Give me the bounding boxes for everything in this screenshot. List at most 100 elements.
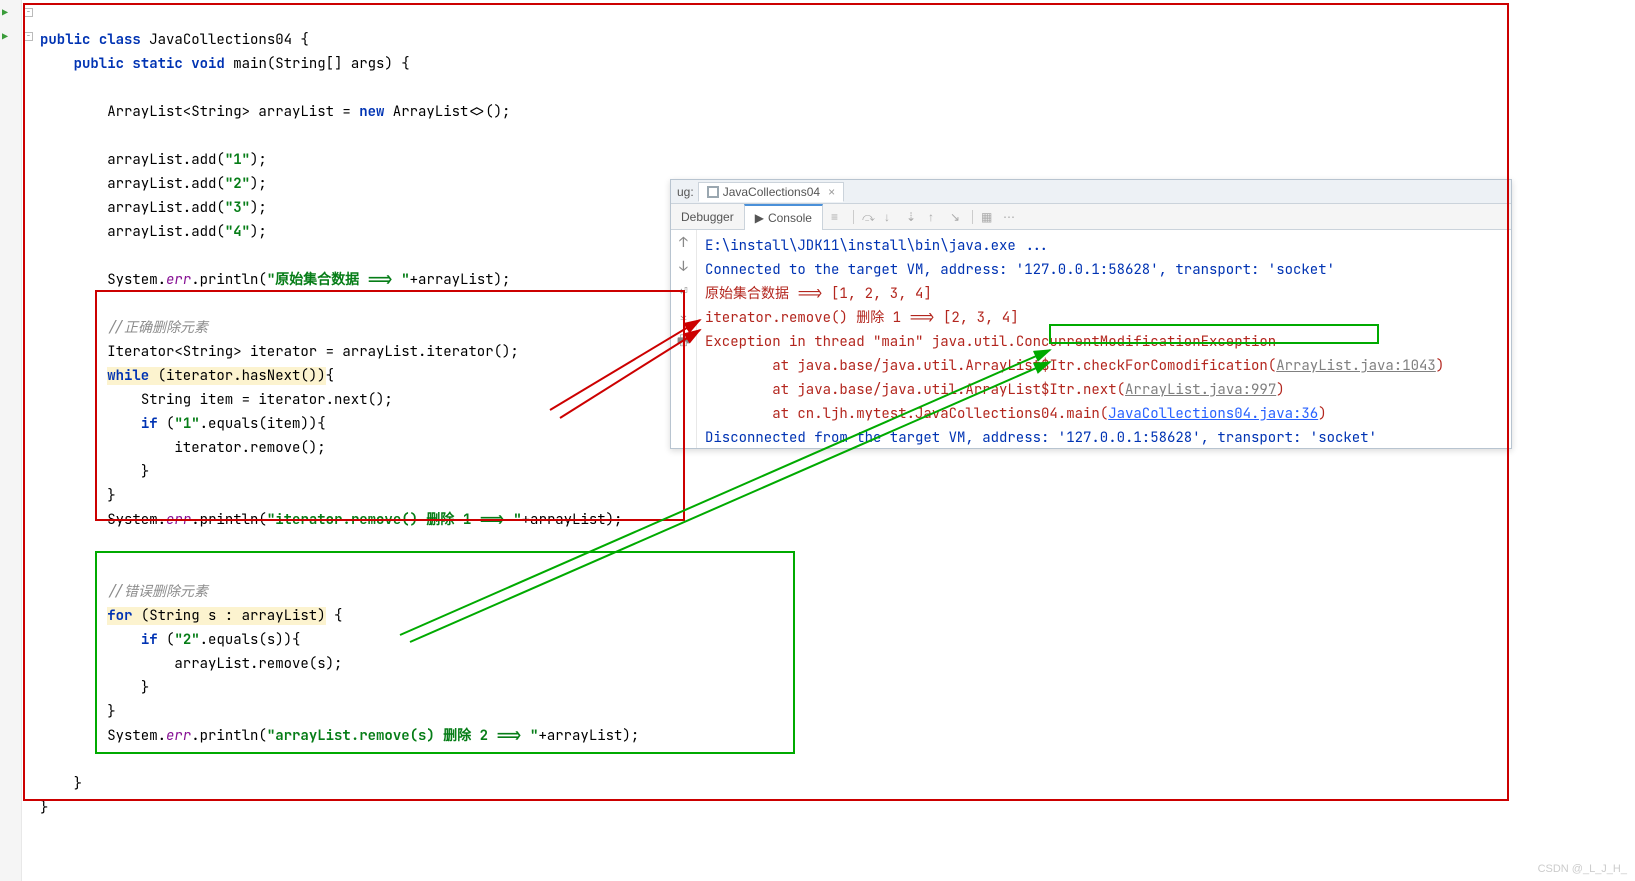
brace: { (326, 607, 343, 625)
source-link[interactable]: JavaCollections04.java:36 (1108, 405, 1318, 423)
menu-icon[interactable]: ≡ (831, 210, 845, 224)
code-line: ); (250, 175, 267, 193)
tab-console-label: Console (768, 211, 812, 225)
str: "2" (174, 631, 199, 649)
str: "arrayList.remove(s) 删除 2 ==> " (267, 727, 539, 745)
str: "1" (225, 151, 250, 169)
code-line: arrayList.remove(s); (174, 655, 342, 673)
kw-public: public (40, 31, 90, 49)
code-line: ArrayList<>(); (384, 103, 510, 121)
brace: } (107, 703, 115, 721)
code-line: ArrayList<String> arrayList = (107, 103, 359, 121)
run-config-tab[interactable]: JavaCollections04 × (698, 182, 844, 202)
scroll-to-end-icon[interactable]: ⤓ (680, 306, 686, 324)
source-link[interactable]: ArrayList.java:1043 (1276, 357, 1436, 375)
play-icon: ▶ (755, 211, 764, 225)
step-out-icon[interactable]: ↑ (928, 210, 942, 224)
stack-line: at cn.ljh.mytest.JavaCollections04.main( (705, 405, 1108, 423)
paren: ( (158, 631, 175, 649)
run-to-cursor-icon[interactable]: ↘ (950, 210, 964, 224)
code-line: .println( (191, 511, 267, 529)
brace: } (40, 799, 48, 817)
code-line: ); (250, 199, 267, 217)
brace: } (74, 775, 82, 793)
code-line: Iterator<String> iterator = arrayList.it… (107, 343, 519, 361)
code-line: iterator.remove(); (174, 439, 325, 457)
brace: { (326, 367, 334, 385)
evaluate-icon[interactable]: ▦ (981, 210, 995, 224)
console-line: Disconnected from the target VM, address… (705, 429, 1377, 447)
console-output[interactable]: E:\install\JDK11\install\bin\java.exe ..… (697, 230, 1511, 448)
console-toolbar: ≡ ⤼ ↓ ⇣ ↑ ↘ ▦ ⋯ (823, 204, 1025, 229)
code-line: arrayList.add( (107, 175, 225, 193)
brace: } (107, 487, 115, 505)
source-link[interactable]: ArrayList.java:997 (1125, 381, 1276, 399)
run-label: ug: (677, 185, 694, 199)
paren: ( (158, 415, 175, 433)
str: "原始集合数据 ==> " (267, 271, 410, 289)
code-line: arrayList.add( (107, 199, 225, 217)
cond: (String s : arrayList) (132, 607, 325, 625)
step-into-icon[interactable]: ↓ (884, 210, 898, 224)
kw-static: static (132, 55, 182, 73)
fold-icon[interactable]: − (24, 8, 33, 17)
stack-line: at java.base/java.util.ArrayList$Itr.nex… (705, 381, 1125, 399)
brace: } (141, 679, 149, 697)
code-line: String item = iterator.next(); (141, 391, 393, 409)
str: "1" (174, 415, 199, 433)
code-line: +arrayList); (410, 271, 511, 289)
run-config-name: JavaCollections04 (723, 185, 820, 199)
kw-for: for (107, 607, 132, 625)
exception-name: ConcurrentModificationException (1016, 333, 1276, 351)
step-over-icon[interactable]: ⤼ (862, 210, 876, 224)
code-line: +arrayList); (538, 727, 639, 745)
console-line: iterator.remove() 删除 1 ==> [2, 3, 4] (705, 309, 1019, 327)
code-editor[interactable]: public class JavaCollections04 { public … (40, 4, 639, 820)
stack-line: at java.base/java.util.ArrayList$Itr.che… (705, 357, 1276, 375)
console-line: Connected to the target VM, address: '12… (705, 261, 1335, 279)
class-decl: JavaCollections04 { (149, 31, 309, 49)
code-line: System. (107, 271, 166, 289)
kw-if: if (141, 631, 158, 649)
debug-console-panel: ug: JavaCollections04 × Debugger ▶ Conso… (670, 179, 1512, 449)
print-icon[interactable]: 🖶 (677, 330, 690, 354)
console-tabs: Debugger ▶ Console ≡ ⤼ ↓ ⇣ ↑ ↘ ▦ ⋯ (671, 204, 1511, 230)
watermark: CSDN @_L_J_H_ (1538, 863, 1627, 875)
cond: .equals(item)){ (200, 415, 326, 433)
fold-column: − − (22, 0, 36, 881)
code-line: ); (250, 223, 267, 241)
code-line: .println( (191, 271, 267, 289)
code-line: System. (107, 727, 166, 745)
kw-public: public (74, 55, 124, 73)
close-icon[interactable]: × (828, 185, 835, 199)
console-line: 原始集合数据 ==> [1, 2, 3, 4] (705, 285, 932, 303)
code-line: System. (107, 511, 166, 529)
kw-class: class (99, 31, 141, 49)
tab-console[interactable]: ▶ Console (744, 204, 823, 230)
paren: ) (1276, 381, 1284, 399)
code-line: arrayList.add( (107, 223, 225, 241)
code-line: +arrayList); (522, 511, 623, 529)
paren: ) (1318, 405, 1326, 423)
comment: //错误删除元素 (107, 583, 208, 601)
force-step-into-icon[interactable]: ⇣ (906, 210, 920, 224)
java-file-icon (707, 186, 719, 198)
kw-while: while (107, 367, 149, 385)
console-header: ug: JavaCollections04 × (671, 180, 1511, 204)
tab-debugger[interactable]: Debugger (671, 204, 744, 229)
paren: ) (1436, 357, 1444, 375)
code-line: ); (250, 151, 267, 169)
console-line: Exception in thread "main" java.util. (705, 333, 1016, 351)
more-icon[interactable]: ⋯ (1003, 210, 1017, 224)
str: "4" (225, 223, 250, 241)
str: "3" (225, 199, 250, 217)
err-field: err (166, 727, 191, 745)
run-gutter-icon[interactable]: ▶ (2, 30, 12, 40)
scroll-down-icon[interactable]: ↓ (679, 258, 687, 276)
fold-icon[interactable]: − (24, 32, 33, 41)
soft-wrap-icon[interactable]: ⏎ (679, 282, 687, 300)
scroll-up-icon[interactable]: ↑ (679, 234, 687, 252)
run-gutter-icon[interactable]: ▶ (2, 6, 12, 16)
kw-if: if (141, 415, 158, 433)
console-side-toolbar: ↑ ↓ ⏎ ⤓ 🖶 (671, 230, 697, 448)
